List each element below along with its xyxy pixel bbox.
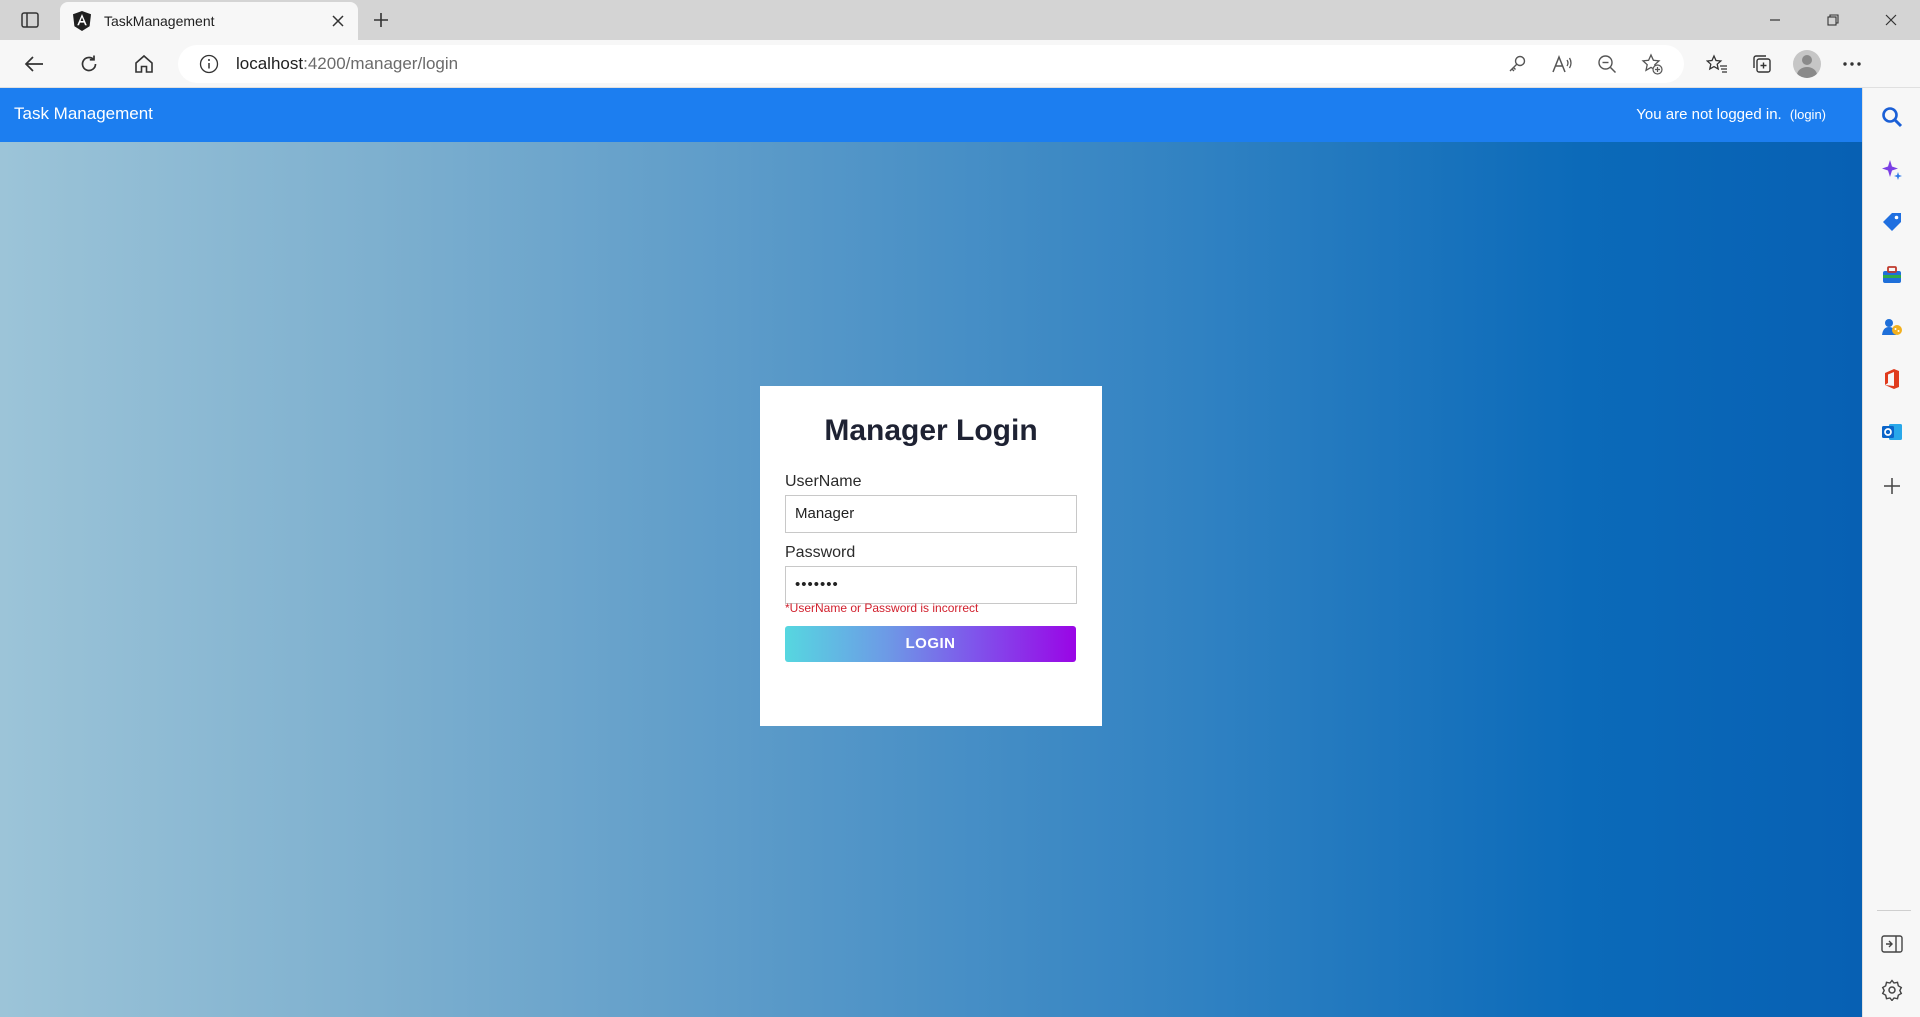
favorites-button[interactable] [1694,40,1739,88]
copilot-icon[interactable] [1863,150,1920,190]
add-favorite-icon[interactable] [1629,45,1674,83]
address-bar[interactable]: localhost:4200/manager/login [178,45,1684,83]
settings-icon[interactable] [1863,970,1920,1010]
tab-actions-button[interactable] [12,6,48,34]
login-card: Manager Login UserName Manager Password … [760,386,1102,726]
restore-icon [1827,14,1839,26]
tools-icon[interactable] [1863,255,1920,295]
office-icon[interactable] [1863,359,1920,399]
read-aloud-icon[interactable] [1539,45,1584,83]
close-icon [1885,14,1897,26]
browser-tab[interactable]: TaskManagement [60,2,358,40]
url-host: localhost [236,54,304,73]
angular-icon [72,11,92,31]
more-button[interactable] [1829,40,1874,88]
minimize-button[interactable] [1746,0,1804,40]
hide-sidebar-icon[interactable] [1863,924,1920,964]
login-status-text: You are not logged in. [1636,106,1782,123]
sidebar-divider [1877,910,1911,911]
add-icon[interactable] [1863,466,1920,506]
username-label: UserName [785,473,862,490]
tab-actions-icon [21,12,39,28]
page-title: Manager Login [824,414,1038,447]
page-viewport: Task Management You are not logged in. (… [0,88,1862,1017]
profile-avatar-icon [1792,50,1821,78]
window-controls [1746,0,1920,40]
brand-title[interactable]: Task Management [14,104,153,124]
browser-tab-strip: TaskManagement [0,0,1920,40]
key-icon[interactable] [1494,45,1539,83]
app-header: Task Management You are not logged in. (… [0,88,1862,142]
site-info-icon[interactable] [198,53,220,75]
home-button[interactable] [126,46,162,82]
more-icon [1842,62,1861,66]
refresh-button[interactable] [71,46,107,82]
collections-icon [1752,55,1771,73]
password-label: Password [785,544,856,561]
back-arrow-icon [24,56,43,72]
search-icon[interactable] [1863,97,1920,137]
shopping-icon[interactable] [1863,202,1920,242]
favorites-icon [1705,54,1727,73]
login-status: You are not logged in. (login) [1636,106,1826,123]
zoom-out-icon[interactable] [1584,45,1629,83]
browser-toolbar: localhost:4200/manager/login [0,40,1920,88]
login-button[interactable]: LOGIN [785,626,1076,662]
password-input[interactable]: ••••••• [785,566,1077,604]
collections-button[interactable] [1739,40,1784,88]
new-tab-button[interactable] [366,6,396,34]
username-input[interactable]: Manager [785,495,1077,533]
edge-sidebar [1862,88,1920,1017]
minimize-icon [1770,19,1780,21]
restore-button[interactable] [1804,0,1862,40]
plus-icon [374,13,388,27]
login-link[interactable]: (login) [1790,107,1826,122]
back-button[interactable] [16,46,52,82]
profile-button[interactable] [1784,40,1829,88]
home-icon [135,54,153,73]
refresh-icon [81,55,97,72]
url-text[interactable]: localhost:4200/manager/login [236,54,458,74]
url-path: :4200/manager/login [303,54,459,73]
error-message: *UserName or Password is incorrect [785,601,979,615]
tab-close-icon[interactable] [324,7,352,35]
games-icon[interactable] [1863,307,1920,347]
close-window-button[interactable] [1862,0,1920,40]
tab-title: TaskManagement [104,13,215,29]
outlook-icon[interactable] [1863,412,1920,452]
